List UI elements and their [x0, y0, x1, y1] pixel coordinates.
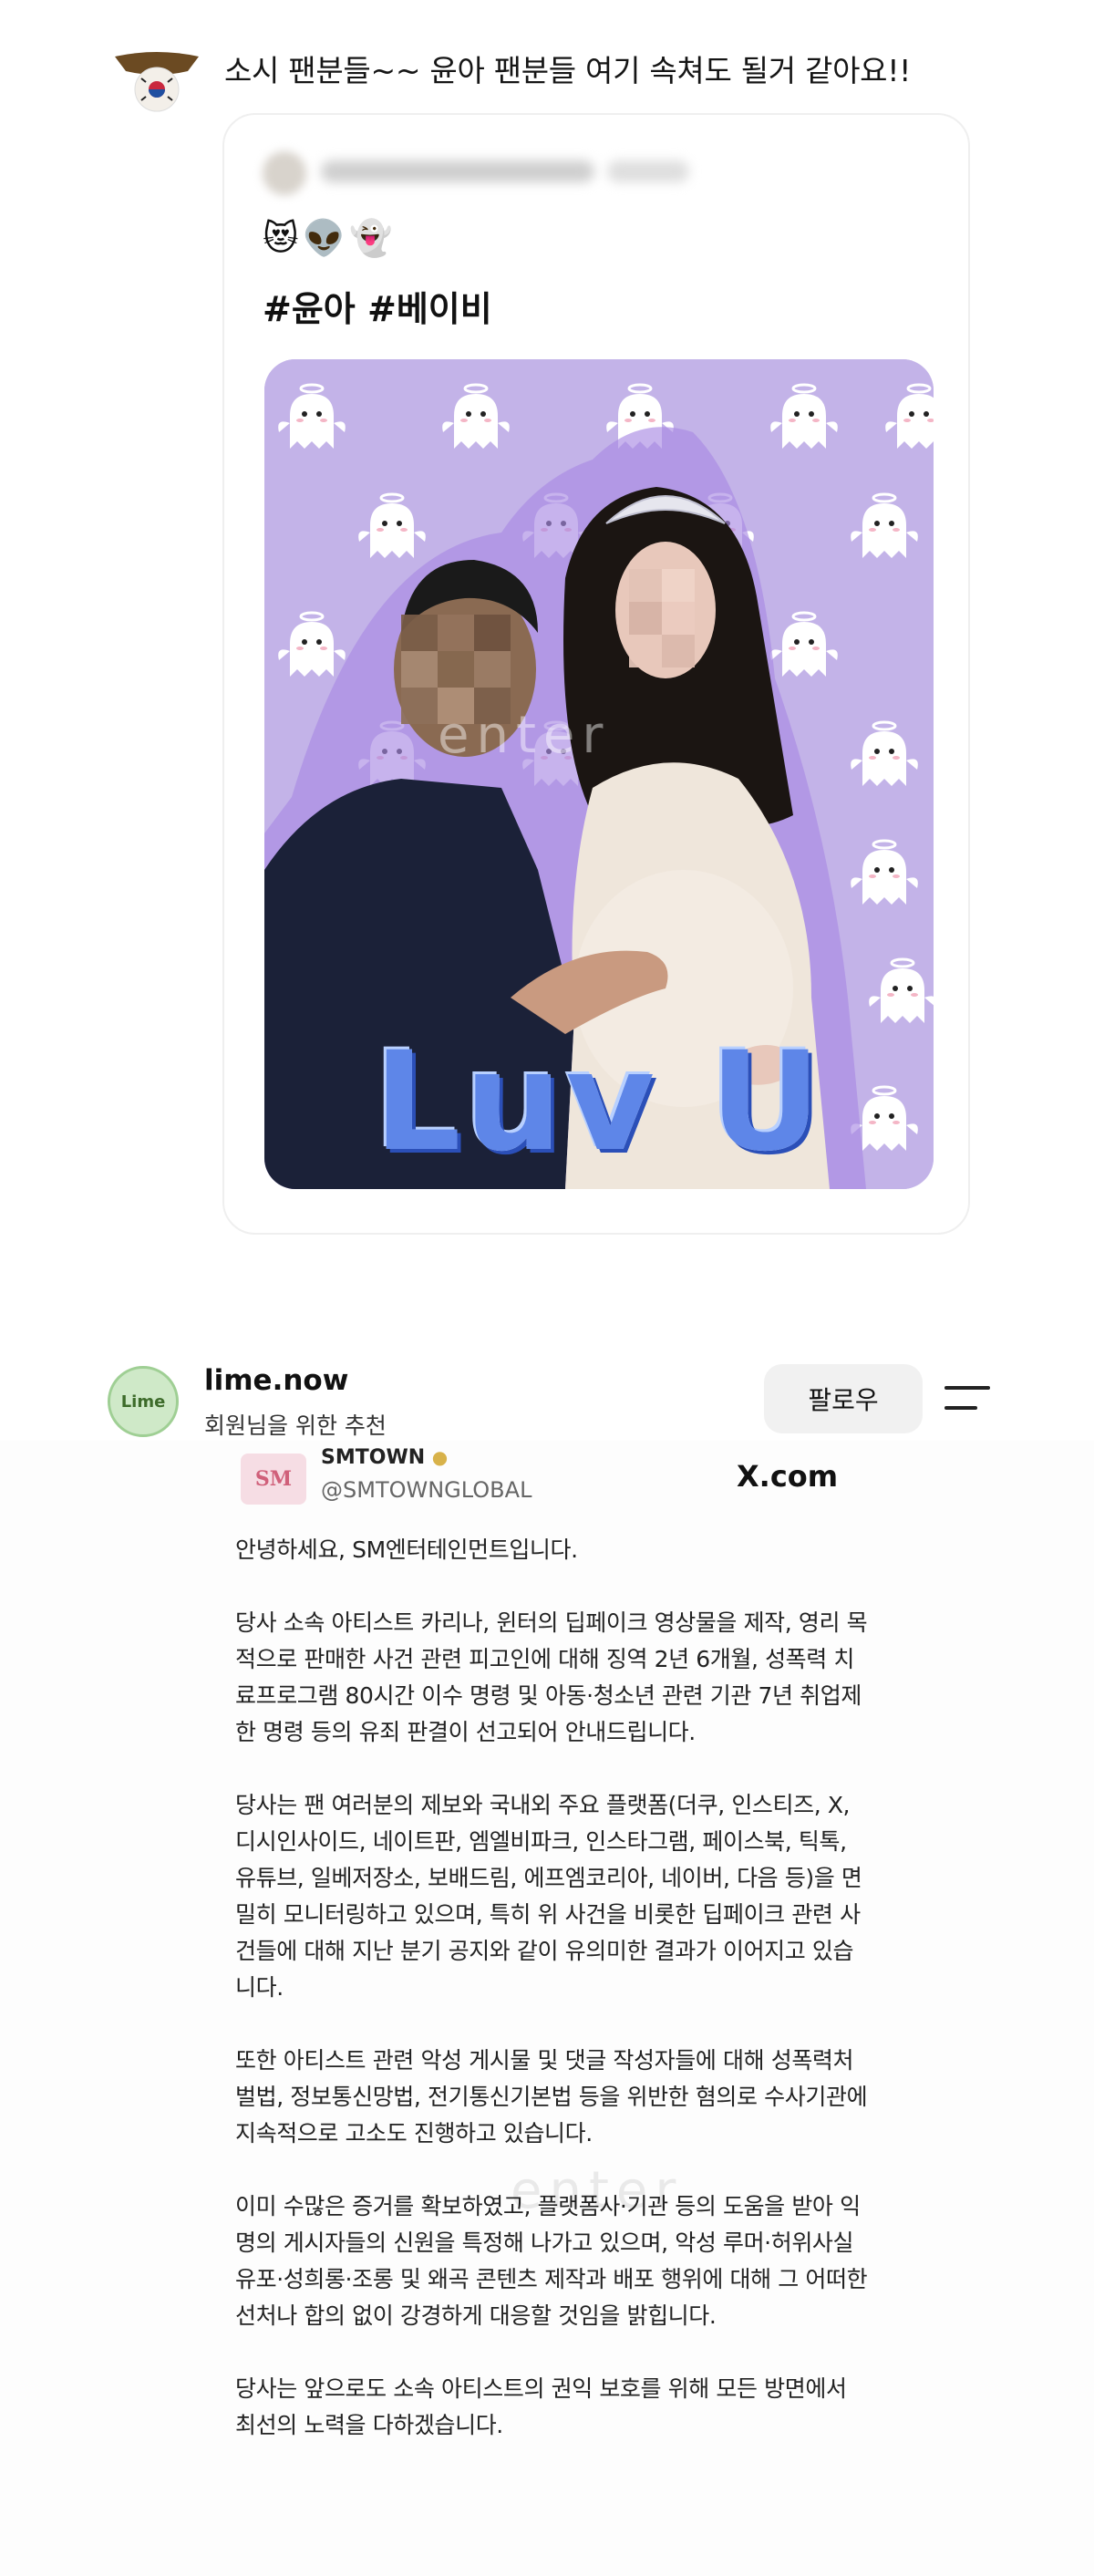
lime-now-avatar[interactable]: Lime: [108, 1366, 179, 1437]
recommendation-label: 회원님을 위한 추천: [204, 1412, 387, 1439]
ghost-emoji: 👻: [348, 218, 393, 258]
smtown-logo: SM: [241, 1454, 306, 1505]
smtown-handle: @SMTOWNGLOBAL: [321, 1477, 532, 1503]
quoted-author-avatar-blurred: [263, 151, 306, 195]
notice-watermark: enter: [511, 2161, 684, 2220]
feed-post-screenshot: Lime lime.now 회원님을 위한 추천 팔로우 SM SMTOWN ●…: [0, 1322, 1094, 2576]
verified-badge-icon: ●: [431, 1446, 449, 1468]
alien-emoji: 👽: [302, 218, 346, 258]
notice-paragraph: 당사 소속 아티스트 카리나, 윈터의 딥페이크 영상물을 제작, 영리 목적으…: [235, 1609, 868, 1745]
hashtags[interactable]: #윤아 #베이비: [263, 286, 492, 332]
smtown-account-name: SMTOWN ●: [321, 1446, 449, 1469]
notice-paragraph: 또한 아티스트 관련 악성 게시물 및 댓글 작성자들에 대해 성폭력처벌법, …: [235, 2047, 868, 2147]
emoji-row: 😻 👽 👻: [263, 215, 396, 261]
notice-paragraph: 당사는 팬 여러분의 제보와 국내외 주요 플랫폼(더쿠, 인스티즈, X, 디…: [235, 1792, 862, 2001]
notice-text: 안녕하세요, SM엔터테인먼트입니다. 당사 소속 아티스트 카리나, 윈터의 …: [235, 1532, 873, 2480]
lime-logo-text: Lime: [120, 1391, 166, 1412]
comment-text: 소시 팬분들~~ 윤아 팬분들 여기 속쳐도 될거 같아요!!: [224, 53, 912, 88]
post-author[interactable]: lime.now: [204, 1364, 348, 1397]
quoted-post-card[interactable]: 😻 👽 👻 #윤아 #베이비 enter Luv U: [222, 113, 970, 1235]
heart-eyes-cat-emoji: 😻: [263, 218, 299, 258]
notice-paragraph: 안녕하세요, SM엔터테인먼트입니다.: [235, 1536, 578, 1563]
comment-screenshot: 소시 팬분들~~ 윤아 팬분들 여기 속쳐도 될거 같아요!! 😻 👽 👻 #윤아 …: [0, 0, 1094, 1240]
notice-paragraph: 당사는 앞으로도 소속 아티스트의 권익 보호를 위해 모든 방면에서 최선의 …: [235, 2375, 847, 2438]
quoted-author-name-blurred: [321, 160, 594, 182]
commenter-avatar[interactable]: [111, 51, 202, 115]
post-image[interactable]: enter Luv U: [264, 359, 934, 1189]
menu-icon[interactable]: [944, 1382, 990, 1413]
luv-u-sticker: Luv U: [374, 1023, 825, 1182]
follow-button[interactable]: 팔로우: [764, 1364, 923, 1433]
x-com-label: X.com: [737, 1459, 839, 1494]
quoted-post-time-blurred: [607, 160, 689, 182]
image-watermark: enter: [438, 706, 611, 765]
embedded-notice-image: SM SMTOWN ● @SMTOWNGLOBAL X.com 안녕하세요, S…: [0, 1441, 1094, 2576]
